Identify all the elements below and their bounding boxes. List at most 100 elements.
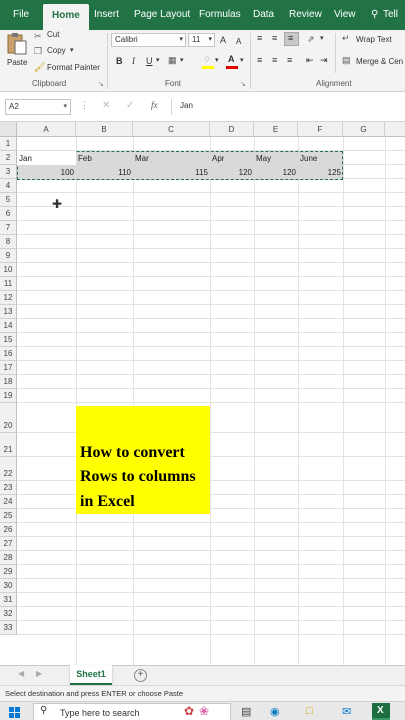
row-gridline xyxy=(17,374,405,375)
row-header-8[interactable]: 8 xyxy=(0,235,17,249)
column-gridline xyxy=(210,137,211,665)
scroll-right-icon[interactable]: ▶ xyxy=(36,669,42,678)
row-header-24[interactable]: 24 xyxy=(0,495,17,509)
row-gridline xyxy=(17,234,405,235)
plus-icon: + xyxy=(137,669,144,680)
sheet-tab-label: Sheet1 xyxy=(76,669,106,679)
row-gridline xyxy=(17,402,405,403)
row-gridline xyxy=(17,220,405,221)
search-icon: ⚲ xyxy=(40,705,48,716)
row-gridline xyxy=(17,536,405,537)
row-header-23[interactable]: 23 xyxy=(0,481,17,495)
sheet-tab-sheet1[interactable]: Sheet1 xyxy=(70,665,112,685)
row-header-9[interactable]: 9 xyxy=(0,249,17,263)
row-header-21[interactable]: 21 xyxy=(0,433,17,457)
row-gridline xyxy=(17,304,405,305)
status-bar: Select destination and press ENTER or ch… xyxy=(0,685,405,701)
worksheet-grid[interactable] xyxy=(0,0,405,665)
column-gridline xyxy=(343,137,344,665)
search-placeholder: Type here to search xyxy=(60,708,140,718)
edge-icon[interactable]: ◉ xyxy=(270,705,280,718)
row-header-31[interactable]: 31 xyxy=(0,593,17,607)
flower-icon: ❀ xyxy=(199,704,210,718)
cell-a2[interactable]: Jan xyxy=(19,154,32,163)
excel-window: File Home Insert Page Layout Formulas Da… xyxy=(0,0,405,720)
row-gridline xyxy=(17,332,405,333)
row-gridline xyxy=(17,606,405,607)
row-header-25[interactable]: 25 xyxy=(0,509,17,523)
scroll-left-icon[interactable]: ◀ xyxy=(18,669,24,678)
row-header-16[interactable]: 16 xyxy=(0,347,17,361)
row-header-15[interactable]: 15 xyxy=(0,333,17,347)
excel-x-icon: X xyxy=(377,705,384,716)
cell-c2[interactable]: Mar xyxy=(135,154,149,163)
row-gridline xyxy=(17,564,405,565)
cell-a3[interactable]: 100 xyxy=(17,168,74,177)
row-header-4[interactable]: 4 xyxy=(0,179,17,193)
cell-f3[interactable]: 125 xyxy=(298,168,341,177)
row-gridline xyxy=(17,262,405,263)
column-gridline xyxy=(254,137,255,665)
taskbar-search-box[interactable]: ⚲ Type here to search ✿ ❀ xyxy=(33,703,231,720)
cursor-crosshair-icon: ✚ xyxy=(52,197,63,211)
column-gridline xyxy=(133,137,134,665)
row-gridline xyxy=(17,318,405,319)
mail-icon[interactable]: ✉ xyxy=(342,705,351,718)
row-header-27[interactable]: 27 xyxy=(0,537,17,551)
file-explorer-icon[interactable]: □ xyxy=(306,705,313,717)
row-header-29[interactable]: 29 xyxy=(0,565,17,579)
add-sheet-button[interactable]: + xyxy=(134,669,147,682)
row-header-14[interactable]: 14 xyxy=(0,319,17,333)
row-header-28[interactable]: 28 xyxy=(0,551,17,565)
row-gridline xyxy=(17,360,405,361)
column-gridline xyxy=(76,137,77,665)
row-header-30[interactable]: 30 xyxy=(0,579,17,593)
row-header-22[interactable]: 22 xyxy=(0,457,17,481)
cell-b2[interactable]: Feb xyxy=(78,154,92,163)
row-gridline xyxy=(17,634,405,635)
row-header-6[interactable]: 6 xyxy=(0,207,17,221)
column-gridline xyxy=(298,137,299,665)
column-gridline xyxy=(385,137,386,665)
cell-d3[interactable]: 120 xyxy=(210,168,252,177)
row-gridline xyxy=(17,206,405,207)
row-gridline xyxy=(17,578,405,579)
row-header-3[interactable]: 3 xyxy=(0,165,17,179)
row-gridline xyxy=(17,192,405,193)
cell-d2[interactable]: Apr xyxy=(212,154,224,163)
row-header-5[interactable]: 5 xyxy=(0,193,17,207)
row-header-26[interactable]: 26 xyxy=(0,523,17,537)
row-header-18[interactable]: 18 xyxy=(0,375,17,389)
excel-taskbar-icon[interactable]: X xyxy=(372,703,390,720)
row-header-17[interactable]: 17 xyxy=(0,361,17,375)
row-gridline xyxy=(17,550,405,551)
flower-icon: ✿ xyxy=(184,704,195,718)
row-header-33[interactable]: 33 xyxy=(0,621,17,635)
row-header-19[interactable]: 19 xyxy=(0,389,17,403)
row-gridline xyxy=(17,388,405,389)
row-gridline xyxy=(17,290,405,291)
row-gridline xyxy=(17,522,405,523)
status-message: Select destination and press ENTER or ch… xyxy=(5,689,184,698)
task-view-icon[interactable]: ▤ xyxy=(241,705,251,718)
title-line-3: in Excel xyxy=(80,493,135,510)
row-header-32[interactable]: 32 xyxy=(0,607,17,621)
row-header-2[interactable]: 2 xyxy=(0,151,17,165)
row-gridline xyxy=(17,248,405,249)
cell-e2[interactable]: May xyxy=(256,154,271,163)
cell-f2[interactable]: June xyxy=(300,154,317,163)
cell-b3[interactable]: 110 xyxy=(76,168,131,177)
cell-e3[interactable]: 120 xyxy=(254,168,296,177)
row-header-10[interactable]: 10 xyxy=(0,263,17,277)
row-gridline xyxy=(17,592,405,593)
row-gridline xyxy=(17,620,405,621)
row-header-12[interactable]: 12 xyxy=(0,291,17,305)
windows-start-icon[interactable] xyxy=(9,707,21,719)
row-header-11[interactable]: 11 xyxy=(0,277,17,291)
row-header-7[interactable]: 7 xyxy=(0,221,17,235)
row-header-13[interactable]: 13 xyxy=(0,305,17,319)
row-header-1[interactable]: 1 xyxy=(0,137,17,151)
cell-c3[interactable]: 115 xyxy=(133,168,208,177)
row-header-20[interactable]: 20 xyxy=(0,403,17,433)
title-line-1: How to convert xyxy=(80,444,185,461)
